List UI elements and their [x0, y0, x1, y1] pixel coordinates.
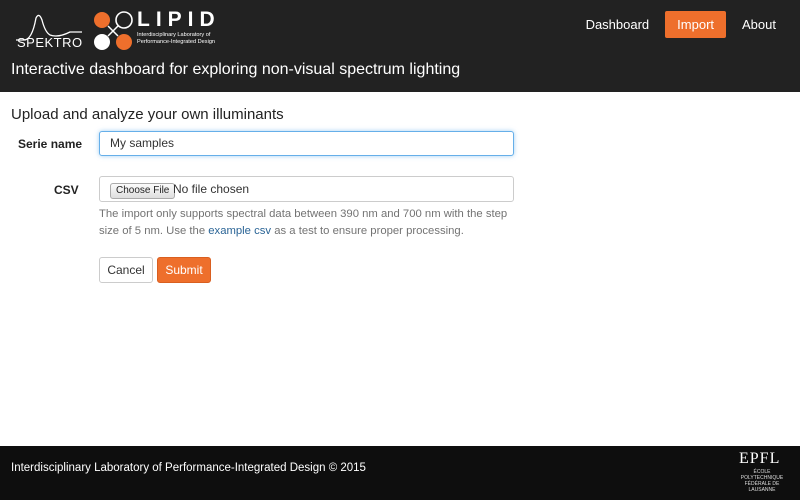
lipid-logo-icon [94, 11, 133, 50]
spektro-logo-text: SPEKTRO [17, 35, 83, 50]
example-csv-link[interactable]: example csv [208, 225, 271, 237]
app-footer: Interdisciplinary Laboratory of Performa… [0, 446, 800, 500]
nav-about[interactable]: About [730, 11, 788, 38]
help-text-end: as a test to ensure proper processing. [271, 225, 464, 237]
nav-dashboard[interactable]: Dashboard [574, 11, 662, 38]
epfl-logo-subtitle: ÉCOLE POLYTECHNIQUE FÉDÉRALE DE LAUSANNE [740, 469, 784, 493]
choose-file-button[interactable]: Choose File [110, 183, 176, 199]
nav-import[interactable]: Import [665, 11, 727, 38]
submit-button[interactable]: Submit [157, 257, 211, 283]
footer-copyright: Interdisciplinary Laboratory of Performa… [11, 462, 366, 474]
lipid-logo-word: LIPID [137, 8, 221, 31]
serie-name-input[interactable]: My samples [99, 131, 514, 156]
lipid-logo-subtitle: Interdisciplinary Laboratory of Performa… [137, 32, 216, 45]
file-status-text: No file chosen [173, 182, 250, 196]
cancel-button[interactable]: Cancel [99, 257, 153, 283]
import-help-text: The import only supports spectral data b… [99, 206, 519, 240]
serie-name-label: Serie name [18, 137, 83, 151]
page-subtitle: Interactive dashboard for exploring non-… [11, 61, 461, 78]
top-nav: Dashboard Import About [574, 11, 788, 38]
app-header: SPEKTRO LIPID Interdisciplinary Laborato… [0, 0, 800, 92]
page-title: Upload and analyze your own illuminants [11, 106, 284, 123]
csv-label: CSV [54, 183, 79, 197]
epfl-logo-word: EPFL [739, 450, 781, 467]
csv-file-input[interactable]: Choose File No file chosen [99, 176, 514, 202]
